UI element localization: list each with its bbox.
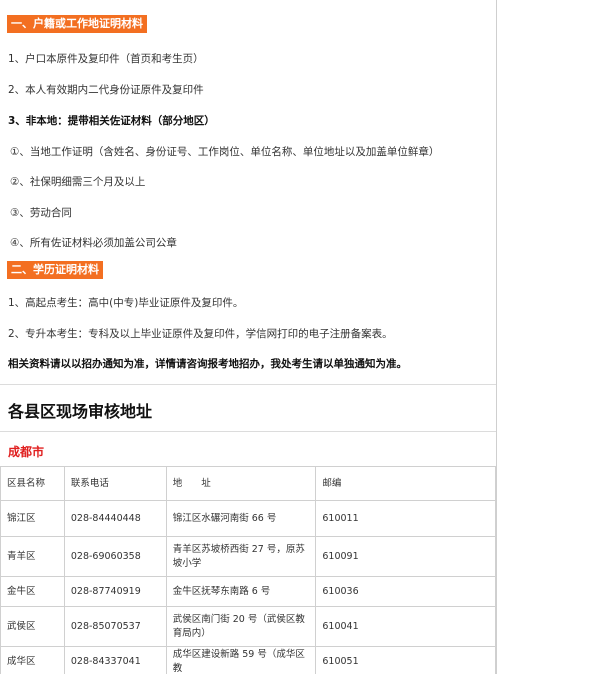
requirement-item: 1、户口本原件及复印件（首页和考生页） (8, 53, 204, 65)
table-cell: 锦江区水碾河南街 66 号 (165, 500, 317, 537)
requirement-item: 3、非本地：提带相关佐证材料（部分地区） (8, 115, 215, 127)
table-header-cell: 邮编 (315, 466, 496, 501)
table-cell: 028-87740919 (63, 576, 167, 607)
sub-requirement-item: ②、社保明细需三个月及以上 (10, 176, 146, 188)
divider (0, 431, 496, 432)
article-content: 一、户籍或工作地证明材料 1、户口本原件及复印件（首页和考生页） 2、本人有效期… (0, 0, 497, 674)
address-table: 区县名称 联系电话 地 址 邮编 锦江区 028-84440448 锦江区水碾河… (0, 466, 496, 674)
table-cell: 青羊区 (0, 536, 65, 577)
table-cell: 028-85070537 (63, 606, 167, 647)
sub-requirement-item: ③、劳动合同 (10, 207, 72, 219)
sub-requirement-item: ①、当地工作证明（含姓名、身份证号、工作岗位、单位名称、单位地址以及加盖单位鲜章… (10, 146, 440, 158)
table-cell: 武侯区 (0, 606, 65, 647)
sub-requirement-item: ④、所有佐证材料必须加盖公司公章 (10, 237, 177, 249)
table-cell: 610041 (315, 606, 496, 647)
table-cell: 锦江区 (0, 500, 65, 537)
table-row: 武侯区 028-85070537 武侯区南门街 20 号（武侯区教育局内） 61… (0, 606, 496, 647)
table-cell: 610011 (315, 500, 496, 537)
table-cell: 028-84337041 (63, 646, 167, 674)
table-row: 成华区 028-84337041 成华区建设新路 59 号（成华区教 61005… (0, 646, 496, 674)
table-header-row: 区县名称 联系电话 地 址 邮编 (0, 466, 496, 501)
requirement-item: 2、专升本考生：专科及以上毕业证原件及复印件，学信网打印的电子注册备案表。 (8, 328, 393, 340)
section-header-household: 一、户籍或工作地证明材料 (7, 15, 147, 33)
table-row: 青羊区 028-69060358 青羊区苏坡桥西街 27 号，原苏坡小学 610… (0, 536, 496, 577)
table-header-cell: 区县名称 (0, 466, 65, 501)
table-cell: 028-84440448 (63, 500, 167, 537)
table-cell: 610051 (315, 646, 496, 674)
table-cell: 武侯区南门街 20 号（武侯区教育局内） (165, 606, 317, 647)
table-row: 锦江区 028-84440448 锦江区水碾河南街 66 号 610011 (0, 500, 496, 537)
divider (0, 384, 496, 385)
table-row: 金牛区 028-87740919 金牛区抚琴东南路 6 号 610036 (0, 576, 496, 607)
table-cell: 610091 (315, 536, 496, 577)
table-cell: 成华区 (0, 646, 65, 674)
table-cell: 金牛区抚琴东南路 6 号 (165, 576, 317, 607)
table-cell: 青羊区苏坡桥西街 27 号，原苏坡小学 (165, 536, 317, 577)
requirement-item: 1、高起点考生：高中(中专)毕业证原件及复印件。 (8, 297, 244, 309)
address-section-title: 各县区现场审核地址 (8, 402, 153, 421)
table-header-cell: 地 址 (165, 466, 317, 501)
notice-text: 相关资料请以以招办通知为准，详情请咨询报考地招办，我处考生请以单独通知为准。 (8, 358, 407, 370)
table-cell: 成华区建设新路 59 号（成华区教 (165, 646, 317, 674)
table-header-cell: 联系电话 (63, 466, 167, 501)
requirement-item: 2、本人有效期内二代身份证原件及复印件 (8, 84, 204, 96)
table-cell: 028-69060358 (63, 536, 167, 577)
table-cell: 金牛区 (0, 576, 65, 607)
table-cell: 610036 (315, 576, 496, 607)
section-header-education: 二、学历证明材料 (7, 261, 103, 279)
city-heading: 成都市 (8, 445, 45, 459)
